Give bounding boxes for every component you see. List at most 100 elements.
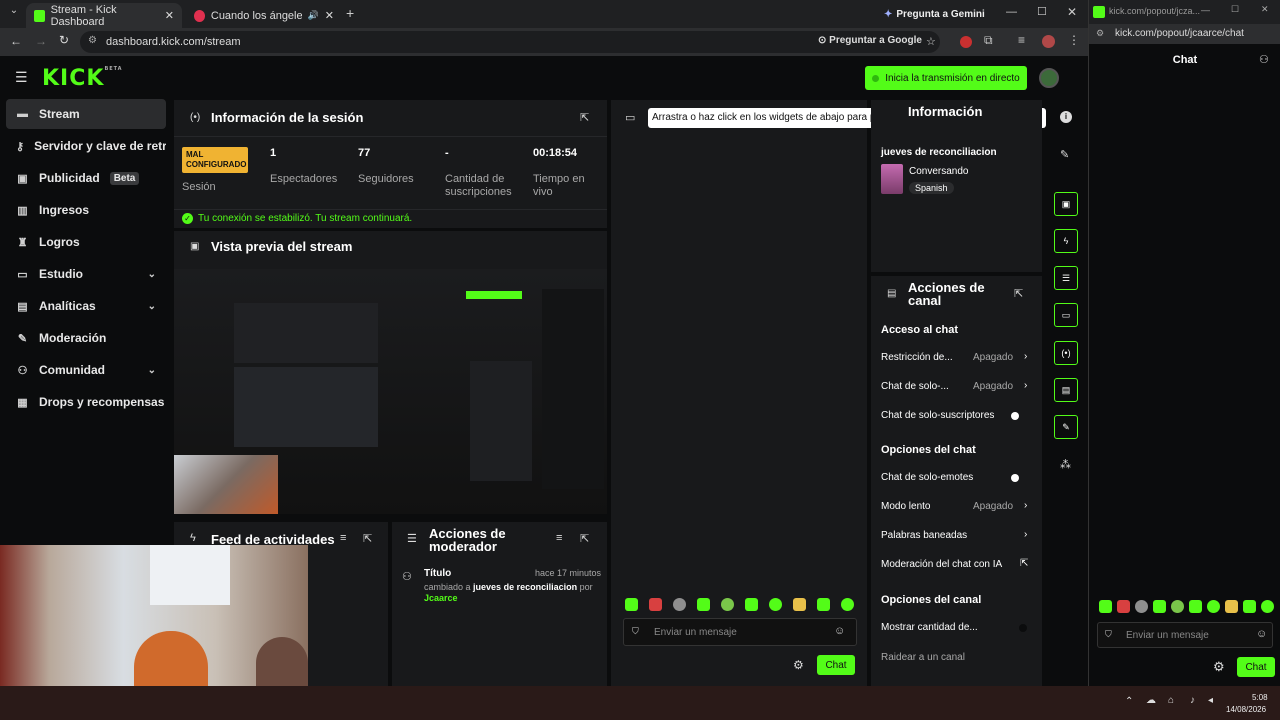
sidebar-item-ingresos[interactable]: ▥ Ingresos xyxy=(6,195,166,225)
widget-preview-icon[interactable]: ▣ xyxy=(1054,192,1078,216)
sidebar-item-comunidad[interactable]: ⚇ Comunidad ⌄ xyxy=(6,355,166,385)
stream-preview-video[interactable] xyxy=(174,269,607,514)
popout-maximize-button[interactable]: ☐ xyxy=(1231,4,1239,15)
emote-icon[interactable] xyxy=(625,598,638,611)
widget-list-icon[interactable]: ☰ xyxy=(1054,266,1078,290)
slow-mode-row[interactable]: Modo lento Apagado › xyxy=(881,500,1031,515)
clock-time[interactable]: 5:08 xyxy=(1252,693,1268,702)
bookmark-star-icon[interactable]: ☆ xyxy=(926,35,936,48)
ai-moderation-row[interactable]: Moderación del chat con IA ⇱ xyxy=(881,558,1031,573)
category-thumbnail[interactable] xyxy=(881,164,903,194)
expand-icon[interactable]: ⇱ xyxy=(363,532,372,545)
popout-close-button[interactable]: ✕ xyxy=(1261,4,1269,15)
sidebar-item-server-key[interactable]: ⚷ Servidor y clave de retransmisión xyxy=(6,131,166,161)
sidebar-item-estudio[interactable]: ▭ Estudio ⌄ xyxy=(6,259,166,289)
sidebar-item-analiticas[interactable]: ▤ Analíticas ⌄ xyxy=(6,291,166,321)
emote-icon[interactable] xyxy=(841,598,854,611)
popout-settings-icon[interactable]: ⚙ xyxy=(1213,659,1225,675)
emoji-icon[interactable]: ☺ xyxy=(834,625,845,637)
emote-icon[interactable] xyxy=(1261,600,1274,613)
expand-icon[interactable]: ⇱ xyxy=(580,532,589,545)
chevron-up-icon[interactable]: ⌃ xyxy=(1125,696,1133,707)
expand-icon[interactable]: ⇱ xyxy=(1014,287,1023,300)
reload-icon[interactable]: ↻ xyxy=(59,33,69,47)
cloud-icon[interactable]: ☁ xyxy=(1146,695,1156,706)
media-controls-icon[interactable]: ≡ xyxy=(1018,33,1025,47)
site-info-icon[interactable]: ⚙ xyxy=(88,35,97,46)
info-icon[interactable]: i xyxy=(1060,111,1072,123)
widget-wrench-icon[interactable]: ✎ xyxy=(1054,415,1078,439)
community-icon[interactable]: ⚇ xyxy=(1259,53,1269,66)
emote-icon[interactable] xyxy=(697,598,710,611)
emote-icon[interactable] xyxy=(721,598,734,611)
new-tab-button[interactable]: + xyxy=(346,5,354,21)
site-info-icon[interactable]: ⚙ xyxy=(1096,28,1104,39)
emote-icon[interactable] xyxy=(769,598,782,611)
widget-more-icon[interactable]: ⁂ xyxy=(1060,458,1071,471)
widget-lightning-icon[interactable]: ϟ xyxy=(1054,229,1078,253)
tab-youtube[interactable]: Cuando los ángeles lloran 🔊 ✕ xyxy=(186,3,342,28)
url-input[interactable]: ⚙ dashboard.kick.com/stream ⊙ Preguntar … xyxy=(80,31,940,53)
emote-icon[interactable] xyxy=(1099,600,1112,613)
emoji-icon[interactable]: ☺ xyxy=(1256,628,1267,640)
hamburger-menu-icon[interactable]: ☰ xyxy=(15,69,28,86)
shield-icon[interactable]: ⛉ xyxy=(632,626,639,637)
close-icon[interactable]: ✕ xyxy=(165,9,174,22)
banned-words-row[interactable]: Palabras baneadas › xyxy=(881,529,1031,544)
google-lens-button[interactable]: ⊙ Preguntar a Google xyxy=(818,35,922,46)
gemini-button[interactable]: ✦ Pregunta a Gemini xyxy=(884,5,985,23)
emote-icon[interactable] xyxy=(1171,600,1184,613)
chat-send-button[interactable]: Chat xyxy=(817,655,855,675)
emote-icon[interactable] xyxy=(1117,600,1130,613)
chat-message-input[interactable]: ⛉ Enviar un mensaje ☺ xyxy=(623,618,857,646)
emote-icon[interactable] xyxy=(1135,600,1148,613)
emote-icon[interactable] xyxy=(1189,600,1202,613)
widget-broadcast-icon[interactable]: (•) xyxy=(1054,341,1078,365)
filter-icon[interactable]: ≡ xyxy=(556,532,562,544)
popout-message-input[interactable]: ⛉ Enviar un mensaje ☺ xyxy=(1097,622,1273,648)
tab-list-button[interactable]: ⌄ xyxy=(6,5,22,21)
widget-chat-icon[interactable]: ▭ xyxy=(1054,303,1078,327)
popout-minimize-button[interactable]: — xyxy=(1201,5,1210,15)
sidebar-item-publicidad[interactable]: ▣ Publicidad Beta xyxy=(6,163,166,193)
emote-icon[interactable] xyxy=(1153,600,1166,613)
volume-icon[interactable]: ◂ xyxy=(1208,695,1213,706)
extension-red-icon[interactable] xyxy=(960,36,972,48)
back-icon[interactable]: ← xyxy=(10,34,22,48)
browser-menu-icon[interactable]: ⋮ xyxy=(1068,33,1080,47)
sidebar-item-stream[interactable]: ▬ Stream xyxy=(6,99,166,129)
close-icon[interactable]: ✕ xyxy=(325,9,334,22)
restriction-row[interactable]: Restricción de... Apagado › xyxy=(881,351,1031,366)
edit-icon[interactable]: ✎ xyxy=(1060,148,1069,161)
kick-logo[interactable]: KICKBETA xyxy=(42,66,123,91)
sidebar-item-logros[interactable]: ♜ Logros xyxy=(6,227,166,257)
network-icon[interactable]: ⌂ xyxy=(1168,695,1174,706)
emote-icon[interactable] xyxy=(1243,600,1256,613)
emote-icon[interactable] xyxy=(793,598,806,611)
shield-icon[interactable]: ⛉ xyxy=(1105,629,1112,640)
extensions-icon[interactable]: ⧉ xyxy=(984,33,993,48)
sidebar-item-drops[interactable]: ▦ Drops y recompensas xyxy=(6,387,166,417)
user-avatar[interactable] xyxy=(1039,68,1059,88)
mod-entry-user[interactable]: Jcaarce xyxy=(424,593,458,603)
sidebar-item-moderacion[interactable]: ✎ Moderación xyxy=(6,323,166,353)
profile-avatar[interactable] xyxy=(1042,35,1055,48)
microphone-icon[interactable]: ♪ xyxy=(1190,695,1195,706)
emote-icon[interactable] xyxy=(1225,600,1238,613)
emote-icon[interactable] xyxy=(1207,600,1220,613)
emote-icon[interactable] xyxy=(817,598,830,611)
chat-settings-icon[interactable]: ⚙ xyxy=(793,658,804,672)
expand-icon[interactable]: ⇱ xyxy=(580,111,589,124)
emote-icon[interactable] xyxy=(745,598,758,611)
clock-date[interactable]: 14/08/2026 xyxy=(1226,705,1266,714)
category-name[interactable]: Conversando xyxy=(909,166,968,177)
go-live-button[interactable]: Inicia la transmisión en directo xyxy=(865,66,1027,90)
followers-only-row[interactable]: Chat de solo-... Apagado › xyxy=(881,380,1031,395)
emote-icon[interactable] xyxy=(649,598,662,611)
close-window-button[interactable]: ✕ xyxy=(1067,5,1077,19)
raid-channel-row[interactable]: Raidear a un canal xyxy=(881,652,1031,666)
tab-kick-dashboard[interactable]: Stream - Kick Dashboard ✕ xyxy=(26,3,182,28)
forward-icon[interactable]: → xyxy=(35,34,47,48)
filter-icon[interactable]: ≡ xyxy=(340,532,346,544)
widget-channel-actions-icon[interactable]: ▤ xyxy=(1054,378,1078,402)
